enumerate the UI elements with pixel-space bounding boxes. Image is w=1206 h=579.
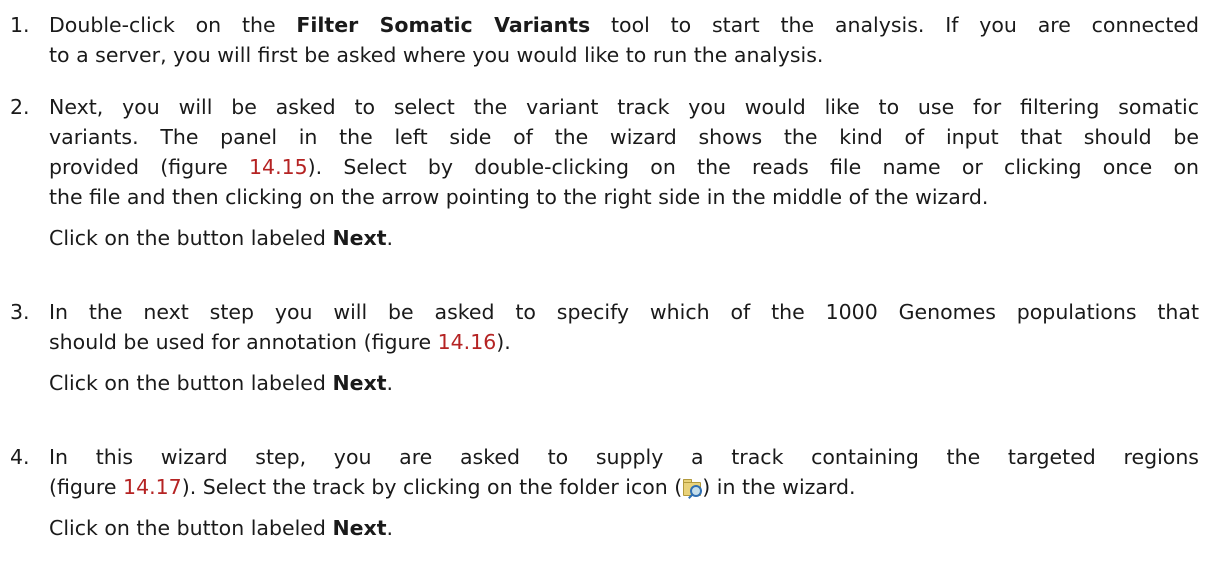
figure-reference-link[interactable]: 14.17: [123, 475, 182, 499]
next-instruction: Click on the button labeled Next.: [49, 368, 1199, 398]
tool-name: Filter Somatic Variants: [296, 13, 591, 37]
step-line: (figure 14.17). Select the track by clic…: [49, 472, 1199, 502]
document-page: 1. Double-click on the Filter Somatic Va…: [0, 0, 1206, 579]
step-line: should be used for annotation (figure 14…: [49, 327, 1199, 357]
text-run: tool to start the analysis. If you are c…: [590, 13, 1199, 37]
text-run: .: [386, 226, 394, 250]
step-line: In this wizard step, you are asked to su…: [49, 445, 1199, 469]
text-run: ). Select the track by clicking on the f…: [181, 475, 683, 499]
step-body: In the next step you will be asked to sp…: [49, 297, 1199, 398]
step-line: the file and then clicking on the arrow …: [49, 185, 989, 209]
step-line: Double-click on the Filter Somatic Varia…: [49, 10, 1199, 40]
text-run: Double-click on the: [49, 13, 297, 37]
text-run: ). Select by double-clicking on the read…: [307, 155, 1199, 179]
text-run: .: [386, 371, 394, 395]
text-run: ).: [496, 330, 511, 354]
text-run: ) in the wizard.: [702, 475, 856, 499]
step-line: In the next step you will be asked to sp…: [49, 300, 1199, 324]
step-number: 1.: [10, 13, 30, 37]
step-line: variants. The panel in the left side of …: [49, 125, 1199, 149]
folder-search-icon: [682, 479, 703, 499]
figure-reference-link[interactable]: 14.16: [438, 330, 497, 354]
next-instruction: Click on the button labeled Next.: [49, 223, 1199, 253]
next-button-label: Next: [332, 371, 387, 395]
next-button-label: Next: [332, 226, 387, 250]
step-line: Next, you will be asked to select the va…: [49, 95, 1199, 119]
text-run: (figure: [49, 475, 124, 499]
text-run: Click on the button labeled: [49, 371, 333, 395]
text-run: should be used for annotation (figure: [49, 330, 438, 354]
step-line: provided (figure 14.15). Select by doubl…: [49, 152, 1199, 182]
text-run: Click on the button labeled: [49, 226, 333, 250]
step-number: 4.: [10, 445, 30, 469]
text-run: .: [386, 516, 394, 540]
step-body: Double-click on the Filter Somatic Varia…: [49, 10, 1199, 70]
text-run: Click on the button labeled: [49, 516, 333, 540]
step-body: Next, you will be asked to select the va…: [49, 92, 1199, 253]
step-body: In this wizard step, you are asked to su…: [49, 442, 1199, 543]
text-run: provided (figure: [49, 155, 249, 179]
figure-reference-link[interactable]: 14.15: [249, 155, 308, 179]
step-line: to a server, you will first be asked whe…: [49, 43, 824, 67]
step-number: 2.: [10, 95, 30, 119]
next-instruction: Click on the button labeled Next.: [49, 513, 1199, 543]
next-button-label: Next: [332, 516, 387, 540]
step-number: 3.: [10, 300, 30, 324]
